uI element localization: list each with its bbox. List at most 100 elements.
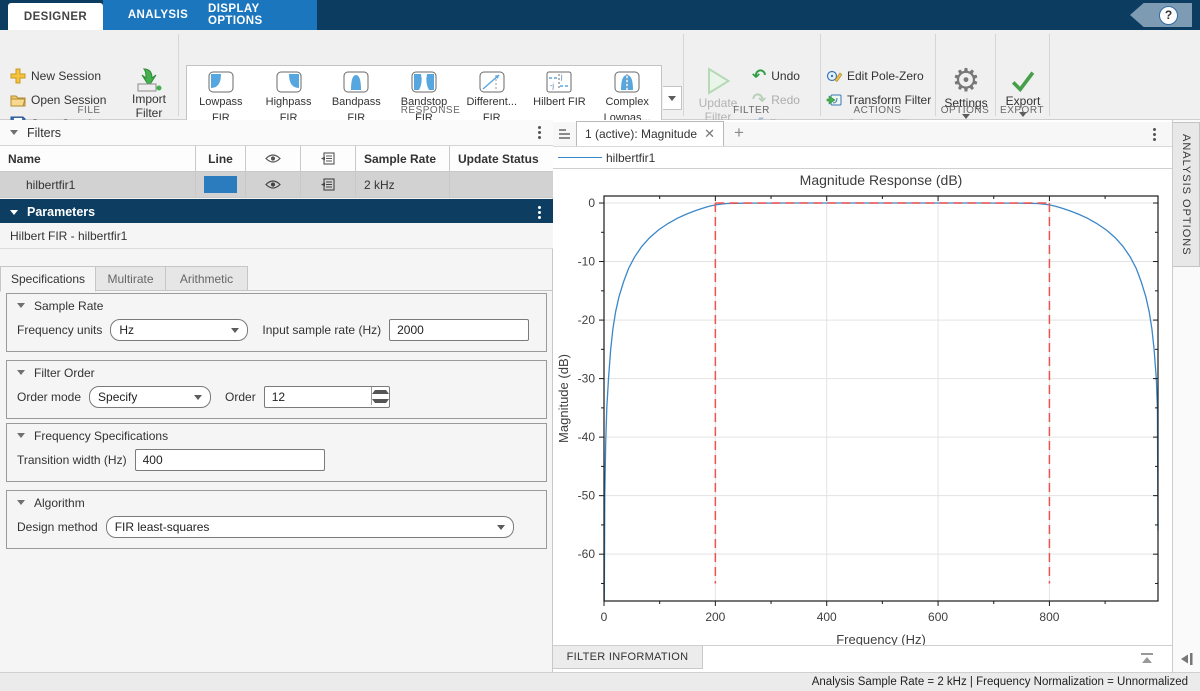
- filter-order-group-header[interactable]: Filter Order: [7, 361, 546, 384]
- legend-label: hilbertfir1: [606, 151, 655, 165]
- legend-line-sample: [558, 157, 602, 158]
- filter-info-cell[interactable]: [301, 172, 356, 197]
- svg-text:-60: -60: [578, 547, 596, 561]
- analysis-options-tab[interactable]: ANALYSIS OPTIONS: [1173, 122, 1200, 267]
- import-filter-icon: [136, 68, 162, 92]
- import-filter-label-1: Import: [132, 92, 166, 106]
- help-icon: ?: [1159, 6, 1178, 25]
- collapse-filters-icon[interactable]: [10, 130, 18, 135]
- undo-icon: ↶: [752, 68, 766, 84]
- col-header-info[interactable]: [301, 146, 356, 171]
- svg-text:0: 0: [601, 610, 608, 624]
- filters-panel-header: Filters: [0, 120, 553, 146]
- svg-text:Frequency (Hz): Frequency (Hz): [836, 632, 926, 645]
- input-sample-rate-field[interactable]: [389, 319, 529, 341]
- filter-sample-rate-cell: 2 kHz: [356, 172, 450, 197]
- col-header-name[interactable]: Name: [0, 146, 196, 171]
- analysis-options-strip: ANALYSIS OPTIONS: [1172, 120, 1200, 672]
- filter-row-hilbertfir1[interactable]: hilbertfir1 2 kHz: [0, 172, 553, 198]
- add-tab-icon[interactable]: +: [734, 123, 744, 143]
- order-spinner[interactable]: [264, 386, 390, 408]
- transition-width-label: Transition width (Hz): [17, 453, 127, 467]
- frequency-specifications-group: Frequency Specifications Transition widt…: [6, 423, 547, 482]
- undo-button[interactable]: ↶ Undo: [752, 66, 800, 86]
- magnitude-response-plot[interactable]: 02004006008000-10-20-30-40-50-60Magnitud…: [553, 169, 1172, 645]
- frequency-specifications-group-header[interactable]: Frequency Specifications: [7, 424, 546, 447]
- parameters-menu-icon[interactable]: [538, 206, 541, 219]
- list-info-icon: [321, 178, 335, 191]
- section-divider: [820, 34, 821, 116]
- parameters-tabs: Specifications Multirate Arithmetic: [0, 266, 553, 291]
- tab-list-icon[interactable]: [558, 127, 572, 141]
- highpass-fir-icon: [276, 71, 302, 93]
- differentiator-fir-icon: [479, 71, 505, 93]
- algorithm-group-header[interactable]: Algorithm: [7, 491, 546, 514]
- col-header-visibility[interactable]: [246, 146, 301, 171]
- complex-lowpass-icon: [614, 71, 640, 93]
- spin-down-icon[interactable]: [372, 396, 389, 405]
- edit-pole-zero-button[interactable]: Edit Pole-Zero: [826, 66, 924, 86]
- chevron-down-icon: [231, 328, 239, 333]
- chevron-down-icon: [497, 525, 505, 530]
- section-divider: [1049, 34, 1050, 116]
- frequency-units-dropdown[interactable]: Hz: [110, 319, 248, 341]
- chart-panel: 1 (active): Magnitude ✕ + hilbertfir1 0 2…: [553, 120, 1172, 672]
- filter-information-tab[interactable]: FILTER INFORMATION: [553, 646, 703, 669]
- design-method-dropdown[interactable]: FIR least-squares: [106, 516, 514, 538]
- spin-up-icon[interactable]: [372, 387, 389, 396]
- col-header-update-status[interactable]: Update Status: [450, 146, 553, 171]
- parameters-panel-title: Parameters: [27, 205, 95, 219]
- tab-analysis[interactable]: ANALYSIS: [113, 0, 203, 30]
- svg-text:0: 0: [588, 196, 595, 210]
- parameters-panel-header: Parameters: [0, 199, 553, 225]
- chart-legend: hilbertfir1: [553, 147, 1172, 169]
- algorithm-group: Algorithm Design method FIR least-square…: [6, 490, 547, 549]
- tab-specifications[interactable]: Specifications: [0, 266, 96, 292]
- plot-area-menu-icon[interactable]: [1153, 128, 1156, 141]
- svg-text:200: 200: [705, 610, 725, 624]
- eye-icon: [265, 179, 281, 190]
- filter-designer-app: DESIGNER ANALYSIS DISPLAY OPTIONS ? New …: [0, 0, 1200, 691]
- gear-icon: ⚙: [952, 64, 981, 96]
- filter-order-group: Filter Order Order mode Specify Order: [6, 360, 547, 419]
- svg-text:-50: -50: [578, 489, 596, 503]
- spinner-buttons[interactable]: [371, 387, 389, 405]
- left-panel: Filters Name Line: [0, 120, 553, 672]
- collapse-filter-information-icon[interactable]: [1138, 651, 1156, 665]
- input-sample-rate-label: Input sample rate (Hz): [262, 323, 381, 337]
- close-tab-icon[interactable]: ✕: [704, 126, 715, 142]
- tab-magnitude-plot[interactable]: 1 (active): Magnitude ✕: [576, 121, 724, 146]
- status-bar-text: Analysis Sample Rate = 2 kHz | Frequency…: [812, 676, 1188, 688]
- order-label: Order: [225, 390, 256, 404]
- new-session-label: New Session: [31, 69, 101, 83]
- order-mode-label: Order mode: [17, 390, 81, 404]
- tab-designer[interactable]: DESIGNER: [8, 3, 103, 30]
- transition-width-field[interactable]: [135, 449, 325, 471]
- help-button[interactable]: ?: [1130, 3, 1192, 27]
- section-divider: [995, 34, 996, 116]
- section-divider: [178, 34, 179, 116]
- filter-line-cell[interactable]: [196, 172, 246, 197]
- new-session-button[interactable]: New Session: [10, 66, 101, 86]
- svg-text:-40: -40: [578, 430, 596, 444]
- hilbert-fir-icon: j -j: [546, 71, 572, 93]
- dock-left-icon[interactable]: [1180, 653, 1194, 665]
- filter-section-label: FILTER: [683, 105, 820, 116]
- filter-visibility-cell[interactable]: [246, 172, 301, 197]
- collapse-parameters-icon[interactable]: [10, 210, 18, 215]
- tab-display-options[interactable]: DISPLAY OPTIONS: [208, 0, 316, 30]
- sample-rate-group-header[interactable]: Sample Rate: [7, 294, 546, 317]
- response-section-label: RESPONSE: [178, 105, 683, 116]
- actions-section-label: ACTIONS: [820, 105, 935, 116]
- filter-information-bar: FILTER INFORMATION: [553, 645, 1172, 669]
- col-header-line[interactable]: Line: [196, 146, 246, 171]
- order-mode-dropdown[interactable]: Specify: [89, 386, 211, 408]
- export-section-label: EXPORT: [995, 105, 1049, 116]
- svg-text:Magnitude (dB): Magnitude (dB): [556, 354, 571, 443]
- col-header-sample-rate[interactable]: Sample Rate: [356, 146, 450, 171]
- svg-text:j: j: [560, 74, 563, 81]
- tab-arithmetic[interactable]: Arithmetic: [166, 266, 248, 291]
- filters-menu-icon[interactable]: [538, 126, 541, 139]
- svg-text:-20: -20: [578, 313, 596, 327]
- tab-multirate[interactable]: Multirate: [96, 266, 166, 291]
